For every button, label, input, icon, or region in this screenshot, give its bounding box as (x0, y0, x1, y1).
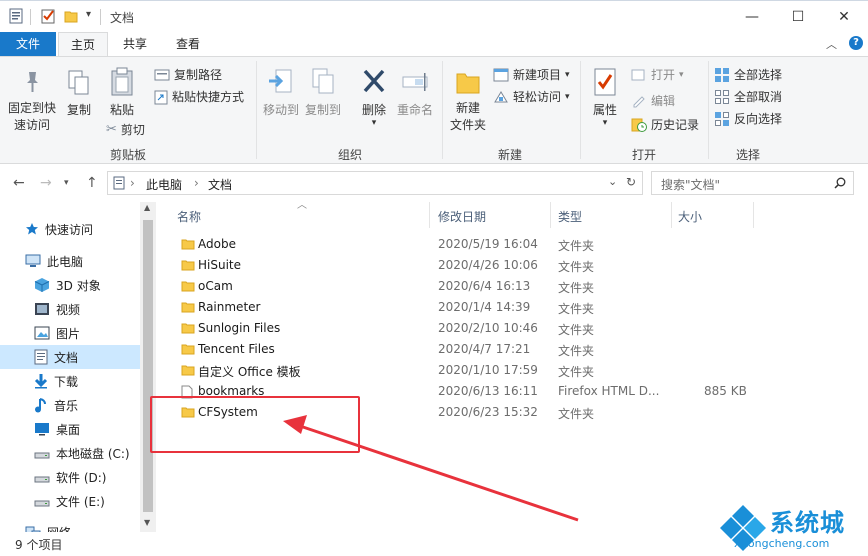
watermark-brand: 系统城 (770, 509, 845, 537)
watermark-url: xitongcheng.com (734, 537, 830, 550)
site-watermark-logo: 系统城 xitongcheng.com (718, 503, 868, 556)
annotation-arrow (283, 415, 579, 522)
